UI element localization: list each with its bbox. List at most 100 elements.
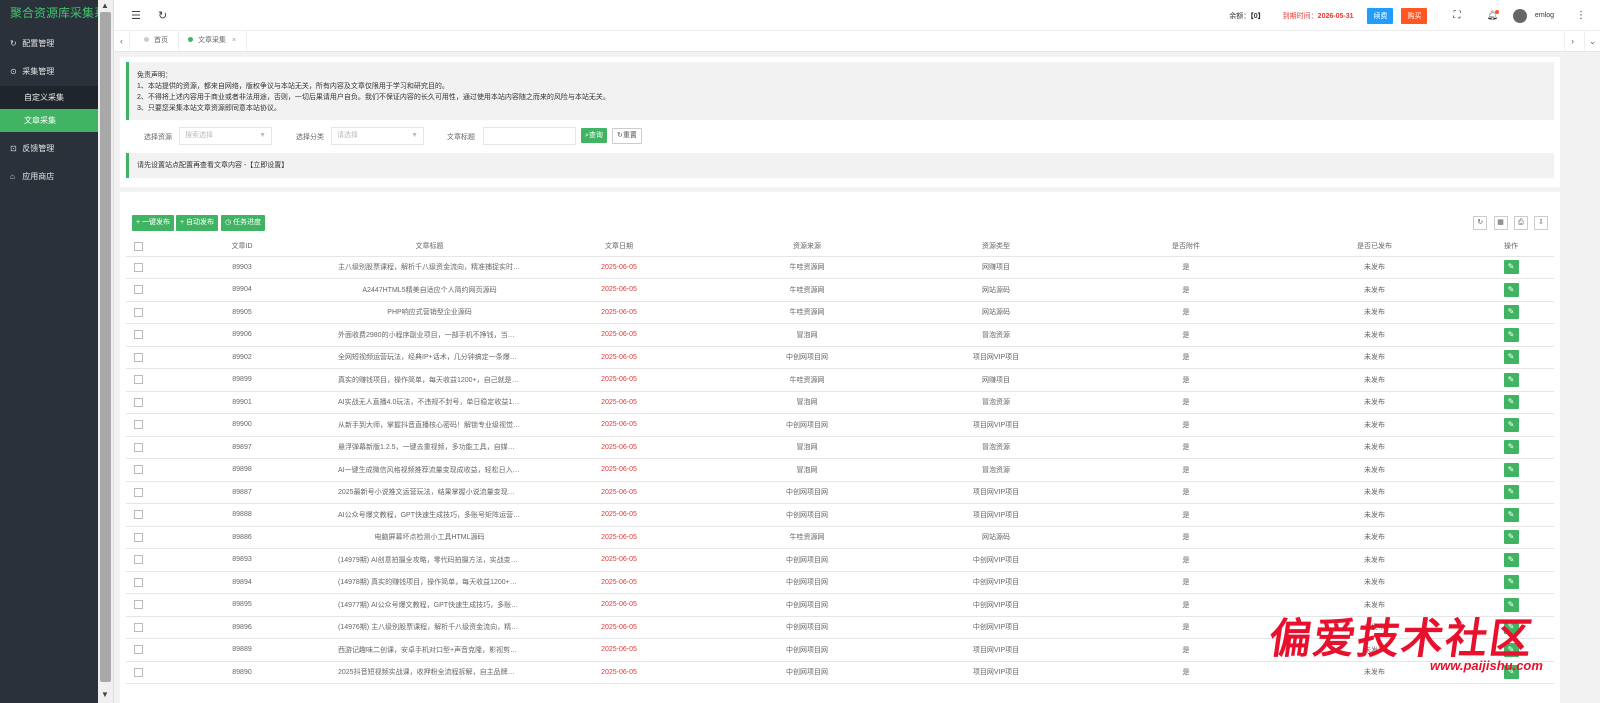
row-checkbox[interactable] (126, 278, 150, 302)
edit-icon[interactable]: ✎ (1503, 395, 1519, 410)
username[interactable]: emlog (1535, 12, 1554, 19)
sidebar-item-config[interactable]: ↻ 配置管理 (0, 30, 98, 58)
tab-scroll-right-icon[interactable]: › (1564, 31, 1580, 51)
edit-icon[interactable]: ✎ (1503, 282, 1519, 297)
cell-published: 未发布 (1281, 481, 1468, 504)
edit-icon[interactable]: ✎ (1503, 552, 1519, 567)
edit-icon[interactable]: ✎ (1503, 440, 1519, 455)
source-select[interactable]: 搜索选择 ▼ (179, 127, 272, 145)
edit-icon[interactable]: ✎ (1503, 417, 1519, 432)
row-checkbox[interactable] (126, 301, 150, 324)
cell-id: 89906 (150, 323, 334, 347)
auto-publish-button[interactable]: + 自动发布 (176, 215, 219, 231)
row-checkbox[interactable] (126, 661, 150, 684)
cell-date: 2025-06-05 (525, 256, 713, 279)
row-checkbox[interactable] (126, 436, 150, 459)
cell-date: 2025-06-05 (525, 481, 713, 504)
scroll-up-icon[interactable]: ▲ (101, 1, 109, 10)
row-checkbox[interactable] (126, 481, 150, 504)
edit-icon[interactable]: ✎ (1503, 372, 1519, 387)
menu-toggle-icon[interactable]: ☰ (131, 9, 141, 22)
sidebar-item-label: 配置管理 (22, 39, 55, 48)
col-header-action: 操作 (1468, 237, 1554, 257)
cell-action: ✎ (1468, 503, 1554, 527)
search-button[interactable]: ⌕查询 (581, 128, 607, 143)
cell-source: 牛哇资源网 (713, 526, 901, 549)
row-checkbox[interactable] (126, 571, 150, 594)
more-vertical-icon[interactable]: ⋮ (1576, 10, 1586, 21)
row-checkbox[interactable] (126, 256, 150, 279)
edit-icon[interactable]: ✎ (1503, 530, 1519, 545)
edit-icon[interactable]: ✎ (1503, 260, 1519, 275)
source-label: 选择资源 (144, 134, 172, 141)
edit-icon[interactable]: ✎ (1503, 485, 1519, 500)
renew-button[interactable]: 续费 (1367, 7, 1394, 24)
edit-icon[interactable]: ✎ (1503, 507, 1519, 522)
cell-attach: 是 (1091, 413, 1281, 437)
row-checkbox[interactable] (126, 503, 150, 527)
refresh-icon[interactable]: ↻ (158, 9, 167, 22)
col-header-published[interactable]: 是否已发布 (1281, 237, 1468, 257)
refresh-icon[interactable]: ↻ (1473, 216, 1488, 230)
edit-icon[interactable]: ✎ (1503, 305, 1519, 320)
cell-date: 2025-06-05 (525, 661, 713, 684)
sidebar-item-collect[interactable]: ⊙ 采集管理 (0, 58, 98, 86)
col-header-date[interactable]: 文章日期 (525, 237, 713, 257)
close-icon[interactable]: × (232, 37, 236, 44)
row-checkbox[interactable] (126, 346, 150, 369)
table-tools: ↻ ▦ ⎙ ⇩ (1469, 216, 1548, 230)
tab-home[interactable]: 首页 (134, 31, 179, 51)
cell-attach: 是 (1091, 278, 1281, 302)
publish-all-button[interactable]: + 一键发布 (132, 215, 175, 231)
col-header-attach[interactable]: 是否附件 (1091, 237, 1281, 257)
cell-date: 2025-06-05 (525, 638, 713, 662)
tab-scroll-left-icon[interactable]: ‹ (114, 31, 130, 51)
col-header-source[interactable]: 资源来源 (713, 237, 901, 257)
row-checkbox[interactable] (126, 548, 150, 572)
row-checkbox[interactable] (126, 593, 150, 617)
buy-button[interactable]: 购买 (1401, 7, 1428, 24)
sidebar-item-app-store[interactable]: ⌂ 应用商店 (0, 163, 98, 191)
scrollbar-thumb[interactable] (100, 12, 111, 682)
sidebar-subitem-custom-collect[interactable]: 自定义采集 (0, 86, 98, 109)
sidebar-scrollbar[interactable]: ▲ ▼ (98, 0, 114, 703)
tab-article-collect[interactable]: 文章采集 × (178, 31, 248, 51)
col-header-id[interactable]: 文章ID (150, 237, 334, 257)
avatar[interactable] (1512, 8, 1527, 23)
cell-id: 89887 (150, 481, 334, 504)
bell-icon[interactable]: 🔔︎ (1486, 10, 1499, 21)
columns-icon[interactable]: ▦ (1493, 216, 1508, 230)
export-icon[interactable]: ⇩ (1534, 216, 1548, 230)
edit-icon[interactable]: ✎ (1503, 350, 1519, 365)
task-progress-button[interactable]: ◷ 任务进度 (221, 215, 266, 231)
row-checkbox[interactable] (126, 413, 150, 437)
edit-icon[interactable]: ✎ (1503, 462, 1519, 477)
row-checkbox[interactable] (126, 458, 150, 482)
row-checkbox[interactable] (126, 391, 150, 414)
filter-bar: 选择资源 搜索选择 ▼ 选择分类 请选择 ▼ 文章标题 ⌕查询 ↻重置 (120, 127, 1560, 147)
cell-action: ✎ (1468, 526, 1554, 549)
scroll-down-icon[interactable]: ▼ (101, 690, 109, 699)
row-checkbox[interactable] (126, 526, 150, 549)
row-checkbox[interactable] (126, 616, 150, 639)
row-checkbox[interactable] (126, 323, 150, 347)
category-label: 选择分类 (296, 134, 324, 141)
col-header-title[interactable]: 文章标题 (334, 237, 525, 257)
sidebar-item-feedback[interactable]: ⊡ 反馈管理 (0, 135, 98, 163)
cell-published: 未发布 (1281, 256, 1468, 279)
edit-icon[interactable]: ✎ (1503, 327, 1519, 342)
cell-id: 89901 (150, 391, 334, 414)
select-all-checkbox[interactable] (126, 237, 150, 257)
cell-source: 中创网项目网 (713, 346, 901, 369)
title-input[interactable] (483, 127, 576, 145)
fullscreen-icon[interactable]: ⛶ (1453, 10, 1460, 21)
chevron-down-icon[interactable]: ⌄ (1584, 31, 1600, 51)
sidebar-subitem-article-collect[interactable]: 文章采集 (0, 109, 98, 132)
reset-button[interactable]: ↻重置 (612, 128, 642, 144)
row-checkbox[interactable] (126, 638, 150, 662)
category-select[interactable]: 请选择 ▼ (331, 127, 424, 145)
col-header-type[interactable]: 资源类型 (901, 237, 1091, 257)
print-icon[interactable]: ⎙ (1513, 216, 1528, 230)
edit-icon[interactable]: ✎ (1503, 575, 1519, 590)
row-checkbox[interactable] (126, 368, 150, 392)
